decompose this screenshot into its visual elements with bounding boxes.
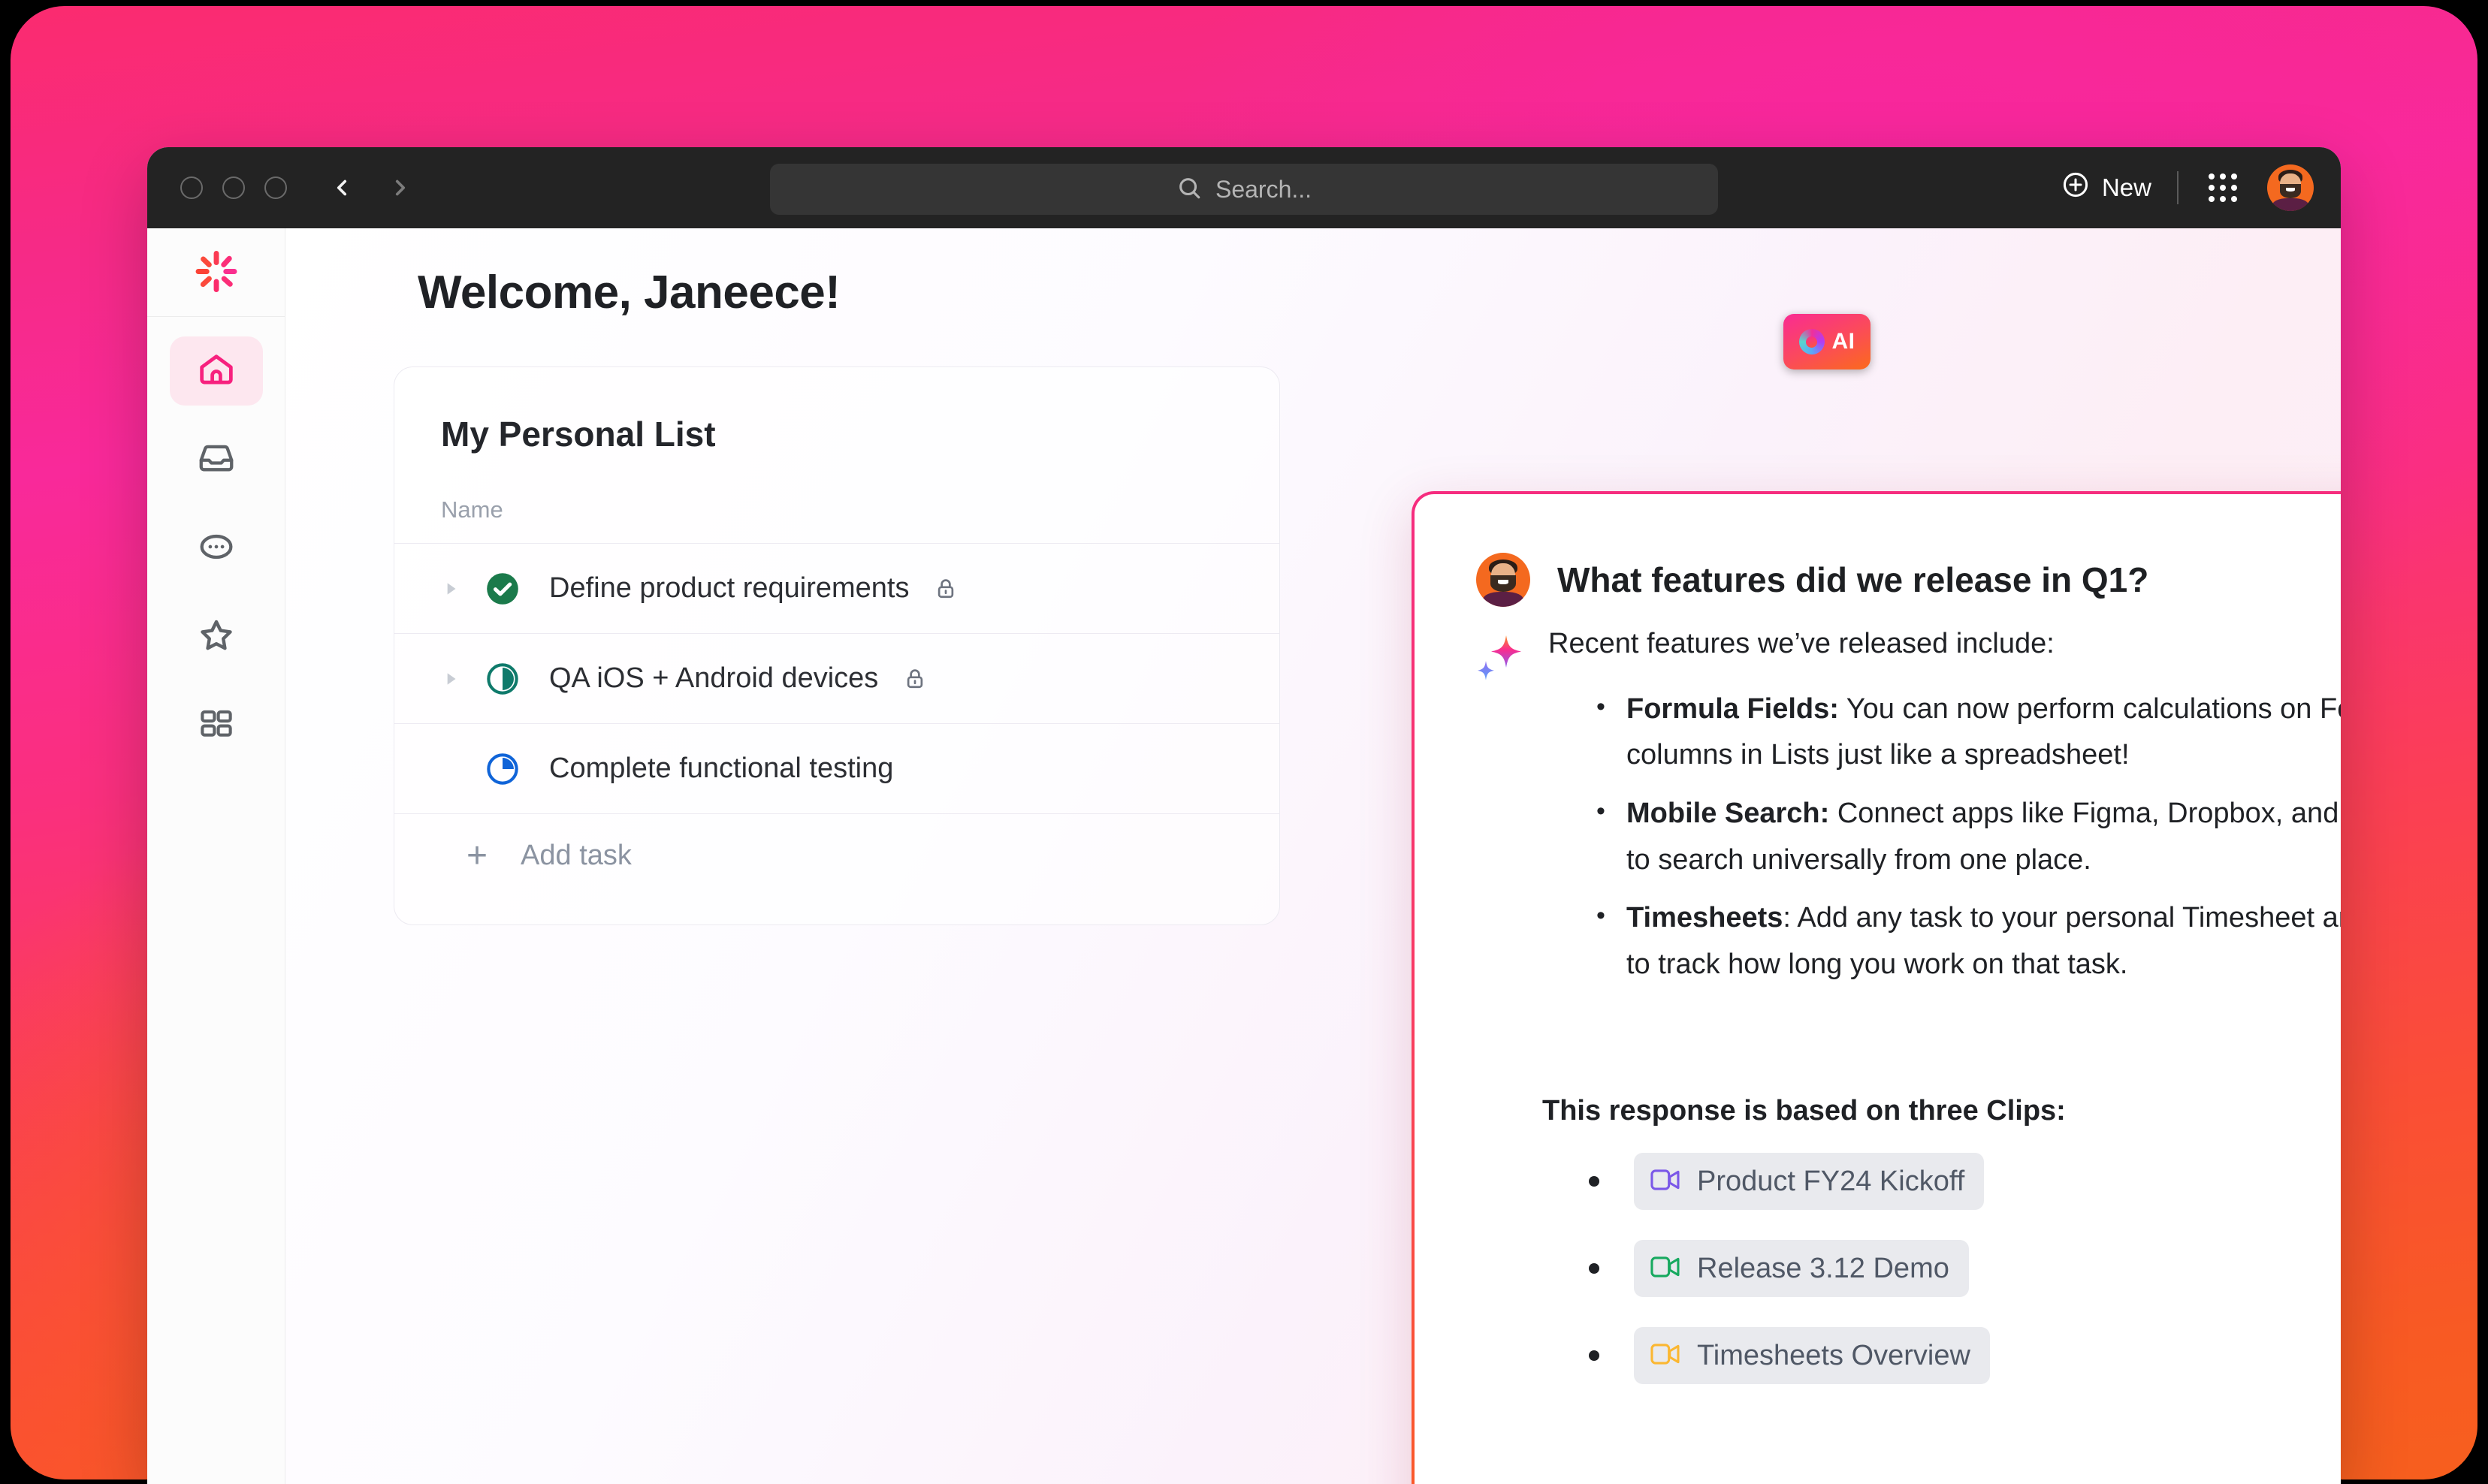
- clip-label: Product FY24 Kickoff: [1697, 1165, 1965, 1197]
- list-item: Timesheets Overview: [1589, 1323, 1990, 1388]
- list-item: Release 3.12 Demo: [1589, 1236, 1990, 1301]
- video-clip-icon: [1650, 1255, 1682, 1283]
- ai-button[interactable]: AI: [1783, 314, 1871, 369]
- video-clip-icon: [1650, 1168, 1682, 1196]
- search-placeholder: Search...: [1215, 175, 1312, 203]
- expand-caret-icon[interactable]: [441, 669, 466, 689]
- avatar[interactable]: [2267, 164, 2314, 211]
- sidebar-item-home[interactable]: [169, 336, 263, 406]
- ai-feature-list: Formula Fields: You can now perform calc…: [1596, 686, 2341, 988]
- add-task-label: Add task: [521, 840, 632, 871]
- bullet-dot: [1589, 1176, 1599, 1187]
- traffic-lights: [180, 176, 287, 199]
- clip-label: Release 3.12 Demo: [1697, 1252, 1949, 1284]
- column-header-name: Name: [441, 496, 503, 523]
- feature-term: Mobile Search:: [1626, 797, 1830, 829]
- status-complete-icon[interactable]: [483, 569, 522, 608]
- bullet-dot: [1589, 1263, 1599, 1274]
- list-item: Mobile Search: Connect apps like Figma, …: [1596, 791, 2341, 883]
- clips-heading: This response is based on three Clips:: [1542, 1095, 2066, 1127]
- new-button-label: New: [2101, 173, 2151, 201]
- video-clip-icon: [1650, 1342, 1682, 1370]
- list-item: Product FY24 Kickoff: [1589, 1149, 1990, 1214]
- task-name: Complete functional testing: [549, 753, 894, 784]
- ai-answer-panel: What features did we release in Q1? Rece…: [1412, 491, 2341, 1484]
- dashboard-grid-icon: [197, 704, 236, 747]
- task-rows: Define product requirements QA iOS + And…: [394, 543, 1279, 897]
- plus-icon: +: [466, 835, 488, 876]
- sidebar-item-more[interactable]: [170, 514, 263, 583]
- search-input[interactable]: Search...: [770, 164, 1718, 215]
- ai-button-label: AI: [1831, 329, 1855, 354]
- clip-label: Timesheets Overview: [1697, 1339, 1970, 1371]
- chevron-left-icon[interactable]: [329, 175, 355, 201]
- ai-sparkle-icon: [1476, 634, 1523, 686]
- ai-panel-inner: What features did we release in Q1? Rece…: [1415, 494, 2341, 1484]
- clip-chip-timesheets-overview[interactable]: Timesheets Overview: [1634, 1327, 1990, 1384]
- feature-term: Timesheets: [1626, 902, 1783, 934]
- titlebar-right-group: New: [2061, 164, 2314, 211]
- sidebar-item-dashboards[interactable]: [170, 691, 263, 760]
- app-window: Search... New AI Welcome, Janeece! My Pe…: [147, 147, 2341, 1484]
- ai-answer-body: Recent features we’ve released include: …: [1548, 629, 2341, 1000]
- clip-chip-release-3-12-demo[interactable]: Release 3.12 Demo: [1634, 1240, 1969, 1297]
- ai-question-text: What features did we release in Q1?: [1557, 560, 2149, 599]
- page-title: Welcome, Janeece!: [418, 267, 841, 318]
- search-area: Search...: [770, 164, 1718, 215]
- left-rail: [147, 228, 285, 1484]
- task-name: QA iOS + Android devices: [549, 662, 879, 694]
- minimize-dot-icon[interactable]: [222, 176, 245, 199]
- list-item: Formula Fields: You can now perform calc…: [1596, 686, 2341, 779]
- sidebar-item-inbox[interactable]: [170, 425, 263, 494]
- grid-apps-icon[interactable]: [2204, 173, 2242, 202]
- sidebar-item-favorites[interactable]: [170, 602, 263, 671]
- chevron-right-icon[interactable]: [388, 175, 413, 201]
- table-row[interactable]: QA iOS + Android devices: [394, 633, 1279, 723]
- title-bar: Search... New: [147, 147, 2341, 228]
- main-content: Welcome, Janeece! My Personal List Name: [285, 228, 2341, 1484]
- inbox-icon: [196, 438, 237, 482]
- new-button[interactable]: New: [2061, 170, 2151, 205]
- clips-list: Product FY24 Kickoff Release 3.12 Demo T…: [1589, 1149, 1990, 1410]
- list-item: Timesheets: Add any task to your persona…: [1596, 895, 2341, 988]
- close-dot-icon[interactable]: [180, 176, 203, 199]
- lock-icon: [931, 575, 960, 603]
- avatar: [1476, 553, 1530, 607]
- table-row[interactable]: Complete functional testing: [394, 723, 1279, 813]
- personal-list-card: My Personal List Name Define product req…: [394, 366, 1280, 925]
- zoom-dot-icon[interactable]: [264, 176, 287, 199]
- lock-icon: [901, 665, 929, 693]
- ai-answer-lead: Recent features we’ve released include:: [1548, 628, 2055, 659]
- search-icon: [1176, 175, 1202, 204]
- expand-caret-icon[interactable]: [441, 579, 466, 599]
- plus-circle-icon: [2061, 170, 2090, 205]
- table-row[interactable]: Define product requirements: [394, 543, 1279, 633]
- home-icon: [196, 349, 237, 394]
- add-task-button[interactable]: + Add task: [394, 813, 1279, 897]
- star-icon: [195, 614, 237, 660]
- titlebar-divider: [2177, 171, 2179, 204]
- list-title: My Personal List: [441, 415, 716, 454]
- clickup-burst-logo[interactable]: [147, 228, 285, 317]
- window-body: Welcome, Janeece! My Personal List Name: [147, 228, 2341, 1484]
- feature-term: Formula Fields:: [1626, 692, 1839, 725]
- more-ellipsis-icon: [196, 526, 237, 571]
- ai-question-row: What features did we release in Q1?: [1476, 553, 2148, 607]
- status-in-progress-icon[interactable]: [483, 659, 522, 698]
- task-name: Define product requirements: [549, 572, 910, 604]
- nav-arrows: [329, 175, 413, 201]
- status-in-progress-icon[interactable]: [483, 750, 522, 789]
- clip-chip-product-fy24-kickoff[interactable]: Product FY24 Kickoff: [1634, 1153, 1985, 1210]
- bullet-dot: [1589, 1350, 1599, 1361]
- ai-ring-icon: [1798, 329, 1825, 354]
